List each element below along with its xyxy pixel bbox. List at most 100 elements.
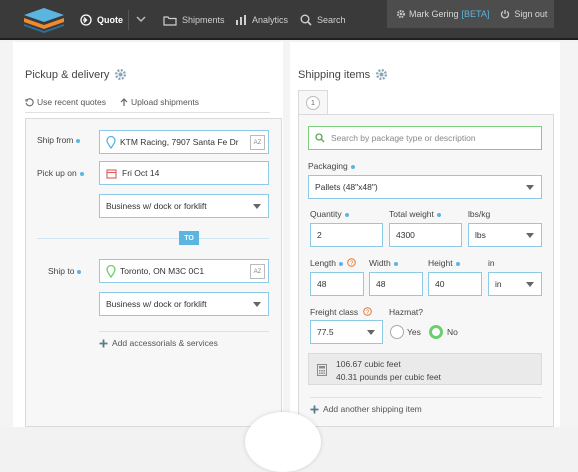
user-name[interactable]: Mark Gering [409, 9, 459, 19]
ship-from-input[interactable]: KTM Racing, 7907 Santa Fe Dr AZ [99, 130, 269, 154]
nav-separator [128, 10, 129, 30]
gear-icon[interactable] [114, 68, 127, 81]
width-label: Width [369, 258, 398, 268]
total-weight-input[interactable]: 4300 [389, 223, 462, 247]
add-shipping-item-label: Add another shipping item [323, 404, 422, 414]
dimension-unit-select[interactable]: in [488, 272, 542, 296]
hazmat-yes-label[interactable]: Yes [407, 327, 421, 337]
bar-chart-icon [236, 15, 246, 25]
divider [25, 112, 270, 113]
nav-analytics-label: Analytics [252, 15, 289, 25]
nav-quote-label: Quote [97, 15, 123, 25]
nav-search[interactable]: Search [300, 0, 346, 40]
packaging-select[interactable]: Pallets (48"x48") [308, 175, 542, 199]
packaging-label: Packaging [308, 161, 355, 171]
nav-search-label: Search [317, 15, 346, 25]
address-book-icon[interactable]: AZ [250, 135, 265, 150]
calculator-icon [317, 364, 327, 376]
ship-to-value: Toronto, ON M3C 0C1 [120, 266, 205, 276]
upload-icon [120, 97, 128, 106]
nav-analytics[interactable]: Analytics [235, 0, 288, 40]
app-logo[interactable] [22, 6, 66, 34]
to-divider [37, 238, 269, 239]
total-weight-label: Total weight [389, 209, 441, 219]
use-recent-quotes-label: Use recent quotes [37, 97, 106, 107]
to-badge: TO [179, 231, 199, 245]
location-pin-icon [106, 264, 116, 278]
ship-to-label: Ship to [48, 266, 82, 276]
freight-class-value: 77.5 [317, 327, 334, 337]
nav-shipments[interactable]: Shipments [163, 0, 225, 40]
upload-shipments-link[interactable]: Upload shipments [120, 97, 199, 107]
delivery-location-type-select[interactable]: Business w/ dock or forklift [99, 292, 269, 316]
ship-from-value: KTM Racing, 7907 Santa Fe Dr [120, 137, 239, 147]
caret-down-icon [526, 185, 534, 190]
beta-badge: [BETA] [461, 9, 490, 19]
caret-down-icon [253, 204, 261, 209]
floating-action-button[interactable] [245, 412, 321, 472]
quantity-text: Quantity [310, 209, 342, 219]
search-icon [315, 133, 325, 143]
use-recent-quotes-link[interactable]: Use recent quotes [25, 97, 106, 107]
hazmat-yes-radio[interactable] [390, 325, 404, 339]
caret-down-icon [526, 233, 534, 238]
weight-unit-select[interactable]: lbs [468, 223, 542, 247]
cubic-feet-text: 106.67 cubic feet [336, 359, 401, 369]
package-search-input[interactable]: Search by package type or description [308, 126, 542, 150]
required-dot [76, 138, 81, 143]
height-input[interactable]: 40 [428, 272, 482, 296]
pick-up-on-label: Pick up on [37, 168, 84, 178]
required-dot [77, 269, 82, 274]
required-dot [350, 164, 355, 169]
hazmat-no-radio[interactable] [429, 325, 443, 339]
required-dot [436, 212, 441, 217]
freight-class-select[interactable]: 77.5 [310, 320, 383, 344]
shipping-items-heading: Shipping items [298, 68, 371, 81]
tab-number: 1 [306, 96, 320, 110]
chevron-down-icon[interactable] [136, 14, 146, 24]
width-input[interactable]: 48 [369, 272, 423, 296]
ship-to-text: Ship to [48, 266, 75, 276]
divider [99, 331, 269, 332]
location-pin-icon [106, 135, 116, 149]
packaging-text: Packaging [308, 161, 348, 171]
required-dot [455, 261, 460, 266]
height-value: 40 [435, 279, 445, 289]
dimension-unit-label: in [488, 258, 495, 268]
shipping-item-tab-1[interactable]: 1 [298, 90, 328, 115]
quantity-label: Quantity [310, 209, 349, 219]
history-icon [25, 97, 34, 106]
width-value: 48 [376, 279, 386, 289]
dimension-unit-value: in [495, 279, 502, 289]
ship-from-text: Ship from [37, 135, 74, 145]
add-accessorials-link[interactable]: Add accessorials & services [99, 338, 218, 348]
add-shipping-item-link[interactable]: Add another shipping item [310, 404, 422, 414]
pick-up-date-value: Fri Oct 14 [122, 168, 160, 178]
address-book-icon[interactable]: AZ [250, 264, 265, 279]
length-input[interactable]: 48 [310, 272, 364, 296]
pick-up-date-input[interactable]: Fri Oct 14 [99, 161, 269, 185]
density-summary: 106.67 cubic feet 40.31 pounds per cubic… [308, 353, 542, 385]
ship-to-input[interactable]: Toronto, ON M3C 0C1 AZ [99, 259, 269, 283]
top-nav-bar: Quote Shipments Analytics Search Mark Ge… [0, 0, 578, 40]
hazmat-no-label[interactable]: No [447, 327, 458, 337]
pickup-location-type-select[interactable]: Business w/ dock or forklift [99, 194, 269, 218]
sign-out-link[interactable]: Sign out [514, 9, 547, 19]
nav-quote[interactable]: Quote [80, 0, 123, 40]
nav-shipments-label: Shipments [182, 15, 225, 25]
pickup-delivery-heading: Pickup & delivery [25, 68, 110, 81]
delivery-location-type-value: Business w/ dock or forklift [106, 299, 207, 309]
freight-class-label: Freight class ? [310, 307, 372, 317]
help-icon[interactable]: ? [362, 307, 372, 316]
pickup-delivery-title: Pickup & delivery [25, 68, 127, 81]
packaging-value: Pallets (48"x48") [315, 182, 378, 192]
quantity-value: 2 [317, 230, 322, 240]
gear-icon[interactable] [375, 68, 388, 81]
help-icon[interactable]: ? [347, 258, 357, 267]
add-accessorials-label: Add accessorials & services [112, 338, 218, 348]
caret-down-icon [253, 302, 261, 307]
quantity-input[interactable]: 2 [310, 223, 383, 247]
package-search-placeholder: Search by package type or description [331, 133, 476, 143]
height-text: Height [428, 258, 453, 268]
plus-icon [310, 405, 319, 413]
